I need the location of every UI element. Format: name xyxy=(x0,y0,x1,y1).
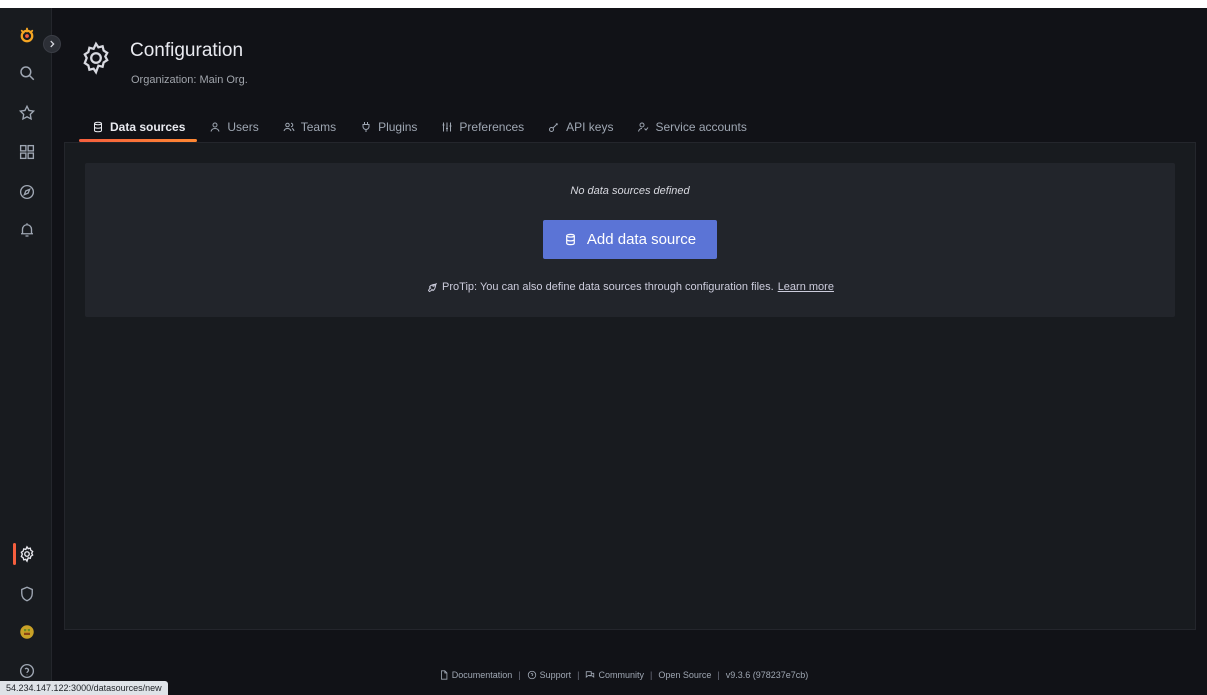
tab-bar: Data sources Users Teams Plugins Prefere… xyxy=(79,112,759,142)
rocket-icon xyxy=(427,282,438,293)
users-icon xyxy=(283,122,295,132)
tab-data-sources[interactable]: Data sources xyxy=(79,112,198,142)
search-icon[interactable] xyxy=(16,62,38,84)
tab-teams[interactable]: Teams xyxy=(271,112,348,142)
tab-label: Plugins xyxy=(378,120,418,134)
learn-more-link[interactable]: Learn more xyxy=(778,281,834,293)
footer-community-label: Community xyxy=(598,670,644,680)
question-circle-icon xyxy=(527,670,536,680)
footer-separator: | xyxy=(577,670,580,680)
tab-service-accounts[interactable]: Service accounts xyxy=(625,112,758,142)
document-icon xyxy=(440,670,448,680)
footer-support-link[interactable]: Support xyxy=(527,670,572,680)
avatar[interactable] xyxy=(16,621,38,643)
window-top-strip xyxy=(0,0,1207,8)
footer-separator: | xyxy=(649,670,653,680)
bell-icon[interactable] xyxy=(16,219,38,241)
add-data-source-label: Add data source xyxy=(586,231,697,248)
tab-label: Teams xyxy=(300,120,337,134)
empty-state-title: No data sources defined xyxy=(570,185,690,197)
tab-users[interactable]: Users xyxy=(197,112,270,142)
footer-documentation-link[interactable]: Documentation xyxy=(439,670,513,680)
tab-label: Service accounts xyxy=(655,120,747,134)
grafana-logo-icon[interactable] xyxy=(16,25,38,47)
browser-status-url: 54.234.147.122:3000/datasources/new xyxy=(0,681,168,695)
page-subtitle: Organization: Main Org. xyxy=(131,74,248,86)
tab-api-keys[interactable]: API keys xyxy=(536,112,625,142)
footer-open-source-label: Open Source xyxy=(658,670,712,680)
footer-support-label: Support xyxy=(539,670,572,680)
service-account-icon xyxy=(638,122,649,132)
protip: ProTip: You can also define data sources… xyxy=(85,281,1175,293)
empty-state-card: No data sources defined Add data source … xyxy=(85,163,1175,317)
plug-icon xyxy=(362,122,370,132)
footer-documentation-label: Documentation xyxy=(451,670,513,680)
footer-version[interactable]: v9.3.6 (978237e7cb) xyxy=(726,670,809,680)
tab-label: Data sources xyxy=(110,120,186,134)
footer-community-link[interactable]: Community xyxy=(585,670,644,680)
shield-icon[interactable] xyxy=(16,583,38,605)
footer-version-label: v9.3.6 (978237e7cb) xyxy=(725,670,809,680)
sliders-icon xyxy=(442,122,452,132)
compass-icon[interactable] xyxy=(16,181,38,203)
database-icon xyxy=(94,121,102,133)
footer-open-source-link[interactable]: Open Source xyxy=(658,670,711,680)
footer: Documentation | Support | Community | Op… xyxy=(0,670,1207,680)
tab-preferences[interactable]: Preferences xyxy=(429,112,536,142)
dashboards-icon[interactable] xyxy=(16,141,38,163)
star-icon[interactable] xyxy=(16,102,38,124)
add-data-source-button[interactable]: Add data source xyxy=(543,220,717,259)
sidebar xyxy=(0,8,52,695)
protip-text: ProTip: You can also define data sources… xyxy=(442,281,774,293)
page-title: Configuration xyxy=(130,40,244,61)
main-panel: No data sources defined Add data source … xyxy=(64,142,1196,630)
gear-icon[interactable] xyxy=(16,543,38,565)
tab-label: Preferences xyxy=(459,120,525,134)
database-icon xyxy=(565,233,575,246)
user-icon xyxy=(210,122,220,132)
tab-label: API keys xyxy=(566,120,614,134)
key-icon xyxy=(549,123,558,132)
footer-separator: | xyxy=(717,670,720,680)
tab-label: Users xyxy=(227,120,259,134)
comments-icon xyxy=(586,671,595,678)
gear-icon xyxy=(78,40,114,76)
footer-separator: | xyxy=(518,670,521,680)
tab-plugins[interactable]: Plugins xyxy=(348,112,429,142)
expand-sidebar-button[interactable] xyxy=(43,35,61,53)
